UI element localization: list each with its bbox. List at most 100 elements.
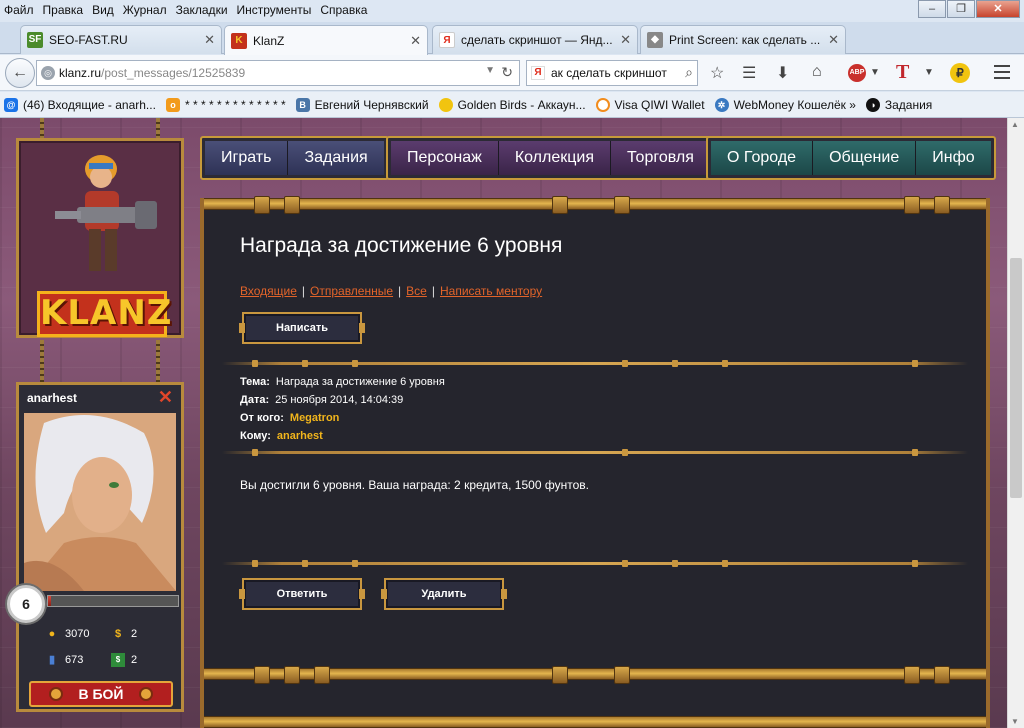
ruble-icon[interactable]: ₽ [950, 63, 970, 83]
window-controls: – ❐ ✕ [917, 0, 1020, 18]
recipient-link[interactable]: anarhest [277, 430, 323, 442]
menu-bookmarks[interactable]: Закладки [176, 3, 228, 17]
klanz-favicon-icon: K [231, 32, 247, 49]
nav-group-play: Играть Задания [200, 136, 389, 180]
link-write-mentor[interactable]: Написать ментору [440, 284, 542, 298]
reload-icon[interactable]: ↻ [501, 64, 513, 81]
delete-button[interactable]: Удалить [381, 578, 507, 610]
reading-list-icon[interactable]: ☰ [742, 63, 756, 83]
minimize-button[interactable]: – [918, 0, 946, 18]
scroll-down-icon[interactable]: ▼ [1011, 717, 1019, 726]
search-input[interactable]: Я ак сделать скриншот ⌕ [526, 60, 698, 86]
ticket-icon: $ [111, 653, 125, 667]
bookmark-label: WebMoney Кошелёк » [733, 97, 856, 112]
page-favicon-icon: ◆ [647, 32, 663, 48]
mascot-image [55, 155, 157, 271]
nav-quests[interactable]: Задания [288, 141, 384, 175]
player-avatar[interactable] [24, 413, 176, 591]
tab-bar: SF SEO-FAST.RU ✕ K KlanZ ✕ Я сделать скр… [0, 22, 1024, 70]
window-close-button[interactable]: ✕ [976, 0, 1020, 18]
bookmark-vk[interactable]: B Евгений Чернявский [295, 97, 429, 112]
tab-close-icon[interactable]: ✕ [620, 32, 631, 48]
translate-icon[interactable]: T [896, 61, 909, 84]
chevron-down-icon[interactable]: ▼ [924, 67, 934, 78]
url-dropdown-icon[interactable]: ▼ [485, 65, 495, 76]
chevron-down-icon[interactable]: ▼ [870, 67, 880, 78]
nav-collection[interactable]: Коллекция [498, 141, 612, 175]
bookmark-qiwi[interactable]: Visa QIWI Wallet [595, 97, 705, 112]
player-name[interactable]: anarhest [27, 391, 77, 405]
divider [222, 360, 968, 367]
tab-title: SEO-FAST.RU [49, 33, 128, 47]
bookmark-mail[interactable]: @ (46) Входящие - anarh... [4, 97, 156, 112]
player-card: anarhest ✕ 6 ● 3070 $ 2 ▮ 673 $ 2 В БОЙ [7, 382, 184, 712]
scroll-up-icon[interactable]: ▲ [1011, 120, 1019, 129]
hamburger-menu-icon[interactable] [994, 65, 1010, 83]
yandex-search-icon[interactable]: Я [531, 66, 545, 80]
bookmark-label: (46) Входящие - anarh... [23, 97, 156, 112]
menu-bar: Файл Правка Вид Журнал Закладки Инструме… [0, 0, 1024, 20]
odnoklassniki-icon: o [165, 97, 180, 112]
tab-print-screen[interactable]: ◆ Print Screen: как сделать ... ✕ [640, 25, 846, 54]
close-icon[interactable]: ✕ [158, 387, 173, 408]
menu-help[interactable]: Справка [320, 3, 367, 17]
bookmark-golden-birds[interactable]: Golden Birds - Аккаун... [438, 97, 586, 112]
star-icon[interactable]: ☆ [710, 63, 724, 83]
seo-fast-favicon-icon: SF [27, 32, 43, 48]
meta-from: От кого: Megatron [240, 412, 339, 424]
tab-close-icon[interactable]: ✕ [410, 33, 421, 49]
adblock-icon[interactable]: ABP [848, 64, 866, 82]
bookmark-label: Golden Birds - Аккаун... [457, 97, 586, 112]
page-title: Награда за достижение 6 уровня [240, 234, 563, 257]
menu-edit[interactable]: Правка [43, 3, 84, 17]
home-icon[interactable]: ⌂ [812, 63, 822, 81]
stat-coins: ● 3070 [45, 627, 90, 641]
write-button[interactable]: Написать [239, 312, 365, 344]
tab-close-icon[interactable]: ✕ [828, 32, 839, 48]
nav-info[interactable]: Инфо [916, 141, 991, 175]
menu-tools[interactable]: Инструменты [237, 3, 312, 17]
health-bar [47, 595, 179, 607]
sender-link[interactable]: Megatron [290, 412, 340, 424]
rating-value: 673 [65, 654, 84, 666]
link-all[interactable]: Все [406, 284, 427, 298]
reply-button[interactable]: Ответить [239, 578, 365, 610]
search-icon[interactable]: ⌕ [685, 64, 693, 81]
level-badge: 6 [7, 585, 45, 623]
menu-view[interactable]: Вид [92, 3, 114, 17]
mailbox-links: Входящие | Отправленные | Все | Написать менто… [240, 284, 543, 298]
panel-next-rail [204, 716, 986, 728]
message-body: Вы достигли 6 уровня. Ваша награда: 2 кр… [240, 478, 589, 492]
fight-button[interactable]: В БОЙ [29, 681, 173, 707]
download-icon[interactable]: ⬇ [776, 63, 789, 83]
scrollbar-thumb[interactable] [1010, 258, 1022, 498]
gear-icon [139, 687, 153, 701]
menu-history[interactable]: Журнал [123, 3, 167, 17]
maximize-button[interactable]: ❐ [947, 0, 975, 18]
nav-about-city[interactable]: О Городе [711, 141, 814, 175]
game-logo[interactable]: KLANZ [16, 138, 184, 338]
link-sent[interactable]: Отправленные [310, 284, 393, 298]
tab-klanz[interactable]: K KlanZ ✕ [224, 25, 428, 55]
bookmark-odnoklassniki[interactable]: o * * * * * * * * * * * * * [165, 97, 286, 112]
to-label: Кому: [240, 430, 271, 442]
nav-character[interactable]: Персонаж [391, 141, 499, 175]
avatar-image [24, 413, 176, 591]
menu-file[interactable]: Файл [4, 3, 34, 17]
bookmark-tasks[interactable]: ◑ Задания [865, 97, 932, 112]
vk-icon: B [295, 97, 310, 112]
address-bar[interactable]: ◎ klanz.ru/post_messages/12525839 ▼ ↻ [36, 60, 520, 86]
tab-seo-fast[interactable]: SF SEO-FAST.RU ✕ [20, 25, 222, 54]
tab-yandex[interactable]: Я сделать скриншот — Янд... ✕ [432, 25, 638, 54]
bookmark-webmoney[interactable]: ✲ WebMoney Кошелёк » [714, 97, 856, 112]
bookmark-label: * * * * * * * * * * * * * [184, 97, 286, 112]
back-button[interactable]: ← [5, 58, 35, 88]
nav-play[interactable]: Играть [205, 141, 289, 175]
tab-title: Print Screen: как сделать ... [669, 33, 821, 47]
nav-trade[interactable]: Торговля [611, 141, 710, 175]
page-scrollbar[interactable]: ▲ ▼ [1007, 118, 1024, 728]
link-inbox[interactable]: Входящие [240, 284, 297, 298]
nav-social[interactable]: Общение [813, 141, 917, 175]
tab-title: KlanZ [253, 33, 285, 48]
tab-close-icon[interactable]: ✕ [204, 32, 215, 48]
